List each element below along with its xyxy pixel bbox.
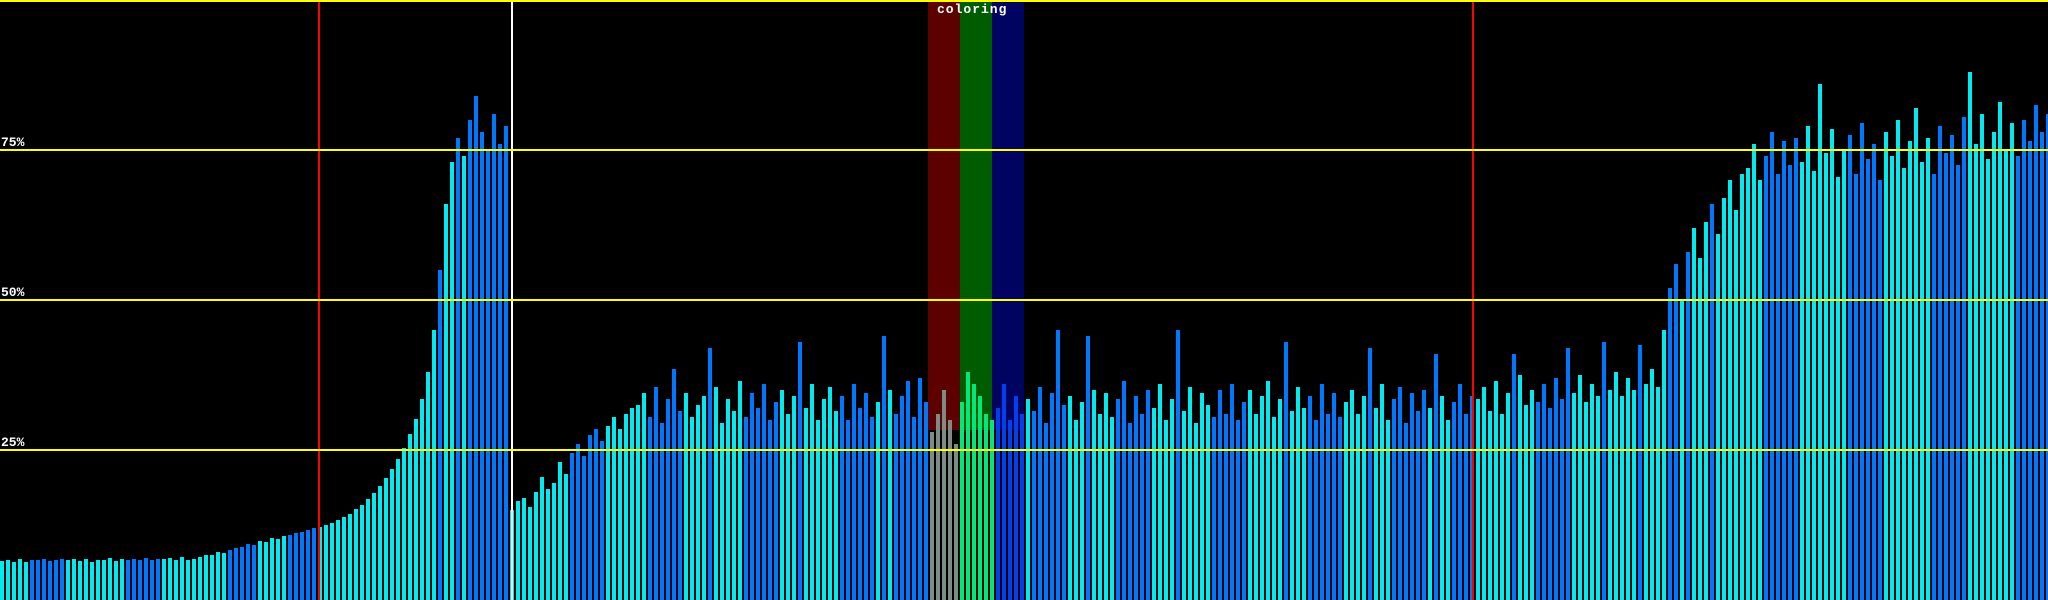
coloring-region-label: coloring <box>937 2 1008 17</box>
gridline-75 <box>0 149 2048 151</box>
gridline-100 <box>0 0 2048 2</box>
y-axis-label-50: 50% <box>1 285 25 300</box>
percent-bar-graph: 75% 50% 25% coloring <box>0 0 2048 600</box>
y-axis-label-25: 25% <box>1 435 25 450</box>
gridlines-layer <box>0 0 2048 600</box>
gridline-50 <box>0 299 2048 301</box>
gridline-25 <box>0 449 2048 451</box>
y-axis-label-75: 75% <box>1 135 25 150</box>
